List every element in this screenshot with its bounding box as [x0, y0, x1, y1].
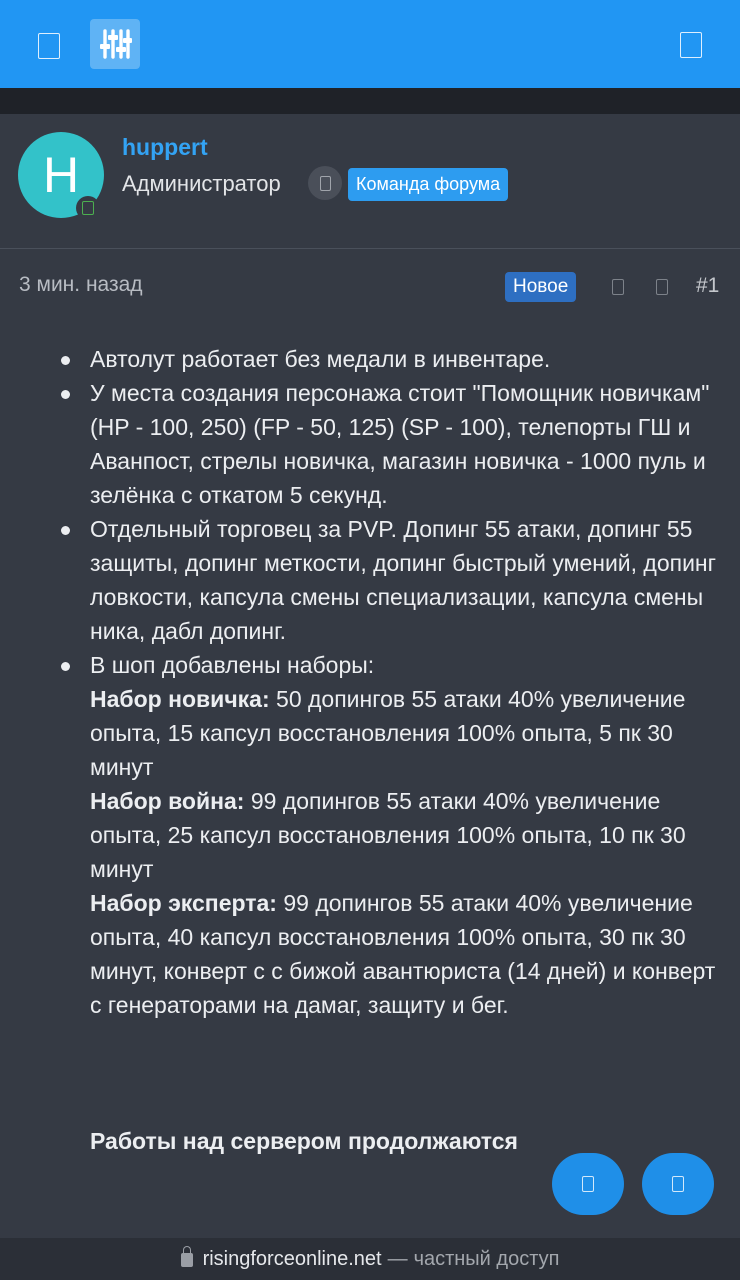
team-badge: Команда форума	[348, 168, 509, 201]
private-mode-label: частный доступ	[413, 1247, 560, 1270]
list-item: Отдельный торговец за PVP. Допинг 55 ата…	[0, 512, 740, 648]
bullet-text: У места создания персонажа стоит "Помощн…	[90, 380, 710, 508]
list-item: В шоп добавлены наборы: Набор новичка: 5…	[0, 648, 740, 1022]
bookmark-icon[interactable]	[656, 279, 668, 295]
staff-icon	[308, 166, 342, 200]
bullet-text: Отдельный торговец за PVP. Допинг 55 ата…	[90, 516, 717, 644]
post-number-link[interactable]: #1	[696, 274, 719, 298]
site-logo[interactable]	[90, 19, 140, 69]
new-badge: Новое	[505, 272, 577, 302]
forum-post: H huppert Администратор Команда форума 3…	[0, 114, 740, 1280]
set-title: Набор новичка:	[90, 686, 270, 712]
avatar-letter: H	[42, 147, 80, 203]
list-item: У места создания персонажа стоит "Помощн…	[0, 376, 740, 512]
online-status-icon	[76, 196, 100, 220]
user-role: Администратор	[122, 171, 281, 196]
bullet-text: Автолут работает без медали в инвентаре.	[90, 346, 551, 372]
top-navigation-bar	[0, 0, 740, 88]
lock-icon	[180, 1246, 193, 1267]
url-separator: —	[387, 1247, 408, 1270]
bullet-text: В шоп добавлены наборы:	[90, 652, 375, 678]
menu-icon[interactable]	[38, 33, 60, 59]
username-link[interactable]: huppert	[122, 134, 208, 161]
scroll-down-button[interactable]	[642, 1153, 714, 1215]
set-title: Набор эксперта:	[90, 890, 277, 916]
post-meta: 3 мин. назад Новое #1	[0, 250, 740, 310]
arrow-up-icon	[582, 1176, 594, 1192]
post-body: Автолут работает без медали в инвентаре.…	[0, 342, 740, 1022]
url-domain: risingforceonline.net	[202, 1247, 382, 1270]
share-icon[interactable]	[612, 279, 624, 295]
post-author-header: H huppert Администратор Команда форума	[0, 114, 740, 249]
account-icon[interactable]	[680, 32, 702, 58]
header-spacer	[0, 88, 740, 114]
arrow-down-icon	[672, 1176, 684, 1192]
sliders-icon	[100, 29, 132, 59]
set-title: Набор война:	[90, 788, 245, 814]
closing-text: Работы над сервером продолжаются	[90, 1128, 518, 1154]
post-time[interactable]: 3 мин. назад	[19, 273, 143, 297]
browser-url-bar[interactable]: risingforceonline.net — частный доступ	[0, 1238, 740, 1280]
changelog-list: Автолут работает без медали в инвентаре.…	[0, 342, 740, 1022]
scroll-up-button[interactable]	[552, 1153, 624, 1215]
list-item: Автолут работает без медали в инвентаре.	[0, 342, 740, 376]
